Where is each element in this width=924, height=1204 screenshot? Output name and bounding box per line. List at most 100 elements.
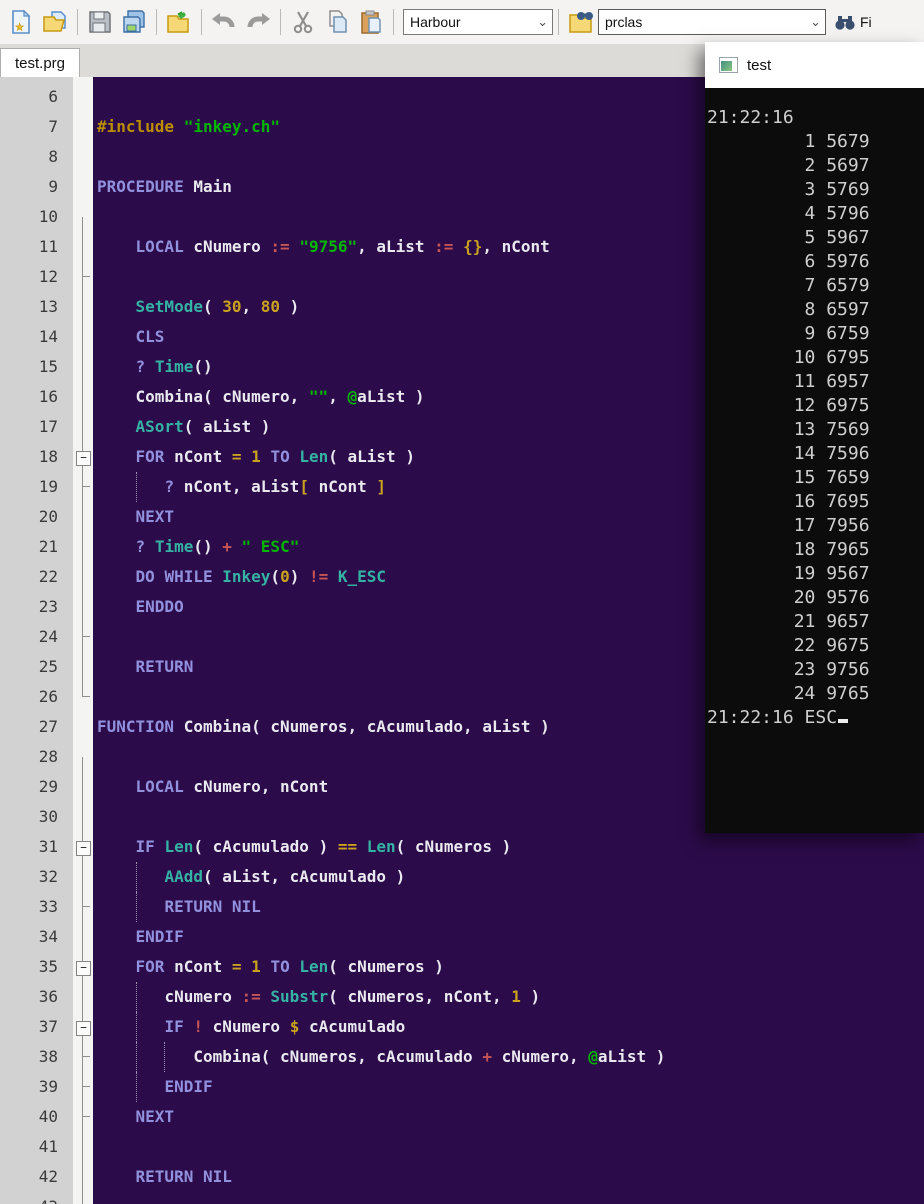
- fold-margin-cell: [73, 82, 93, 112]
- fold-margin-cell: [73, 1102, 93, 1132]
- new-file-button[interactable]: [5, 6, 37, 38]
- toolbar-separator: [77, 9, 78, 35]
- console-cursor: [838, 719, 849, 723]
- line-number: 28: [38, 747, 58, 766]
- compiler-select-value: Harbour: [410, 14, 461, 30]
- find-button[interactable]: Fi: [834, 13, 872, 31]
- line-number: 16: [38, 387, 58, 406]
- code-line-row: 31 IF Len( cAcumulado ) == Len( cNumeros…: [0, 832, 924, 862]
- fold-margin-cell: [73, 382, 93, 412]
- code-line-row: 37 IF ! cNumero $ cAcumulado: [0, 1012, 924, 1042]
- line-number: 9: [48, 177, 58, 196]
- search-combobox[interactable]: prclas ⌄: [598, 9, 826, 35]
- fold-toggle-icon[interactable]: [73, 832, 93, 862]
- code-line-text[interactable]: ENDIF: [93, 1072, 924, 1102]
- fold-margin-cell: [73, 772, 93, 802]
- code-line-row: 41: [0, 1132, 924, 1162]
- indent-guide: [164, 1042, 166, 1072]
- find-button-label: Fi: [860, 14, 872, 30]
- fold-margin-cell: [73, 892, 93, 922]
- toolbar-separator: [156, 9, 157, 35]
- save-icon: [89, 11, 111, 33]
- toolbar-separator: [201, 9, 202, 35]
- cut-icon: [293, 11, 313, 34]
- line-number: 42: [38, 1167, 58, 1186]
- code-line-row: 42 RETURN NIL: [0, 1162, 924, 1192]
- indent-guide: [135, 982, 137, 1012]
- line-number: 29: [38, 777, 58, 796]
- code-line-text[interactable]: IF ! cNumero $ cAcumulado: [93, 1012, 924, 1042]
- code-line-text[interactable]: cNumero := Substr( cNumeros, nCont, 1 ): [93, 982, 924, 1012]
- cut-button[interactable]: [287, 6, 319, 38]
- code-line-text[interactable]: IF Len( cAcumulado ) == Len( cNumeros ): [93, 832, 924, 862]
- chevron-down-icon: ⌄: [810, 14, 821, 29]
- paste-button[interactable]: [355, 6, 387, 38]
- find-binoculars-icon: [835, 16, 855, 30]
- line-number: 38: [38, 1047, 58, 1066]
- indent-guide: [135, 892, 137, 922]
- code-line-row: 34 ENDIF: [0, 922, 924, 952]
- copy-button[interactable]: [321, 6, 353, 38]
- compiler-select[interactable]: Harbour ⌄: [403, 9, 553, 35]
- code-line-row: 43: [0, 1192, 924, 1204]
- code-line-text[interactable]: RETURN NIL: [93, 1162, 924, 1192]
- code-line-text[interactable]: FOR nCont = 1 TO Len( cNumeros ): [93, 952, 924, 982]
- open-file-button[interactable]: [39, 6, 71, 38]
- find-in-files-button[interactable]: [565, 6, 597, 38]
- indent-guide: [135, 1042, 137, 1072]
- code-line-row: 39 ENDIF: [0, 1072, 924, 1102]
- console-title-bar[interactable]: test: [705, 42, 924, 88]
- code-line-row: 35 FOR nCont = 1 TO Len( cNumeros ): [0, 952, 924, 982]
- open-file-icon: [43, 11, 66, 32]
- indent-guide: [135, 472, 137, 502]
- code-line-row: 36 cNumero := Substr( cNumeros, nCont, 1…: [0, 982, 924, 1012]
- fold-margin-cell: [73, 142, 93, 172]
- line-number: 14: [38, 327, 58, 346]
- line-number: 23: [38, 597, 58, 616]
- fold-margin-cell: [73, 1192, 93, 1204]
- line-number: 33: [38, 897, 58, 916]
- save-button[interactable]: [84, 6, 116, 38]
- toolbar-separator: [558, 9, 559, 35]
- fold-margin-cell: [73, 802, 93, 832]
- line-number: 40: [38, 1107, 58, 1126]
- code-line-text[interactable]: [93, 1192, 924, 1204]
- fold-margin-cell: [73, 1132, 93, 1162]
- console-title: test: [747, 56, 772, 74]
- redo-icon: [247, 13, 270, 28]
- line-number: 27: [38, 717, 58, 736]
- fold-toggle-icon[interactable]: [73, 952, 93, 982]
- code-line-text[interactable]: [93, 1132, 924, 1162]
- toolbar-separator: [280, 9, 281, 35]
- redo-button[interactable]: [242, 6, 274, 38]
- code-line-text[interactable]: AAdd( aList, cAcumulado ): [93, 862, 924, 892]
- line-number: 15: [38, 357, 58, 376]
- fold-toggle-icon[interactable]: [73, 1012, 93, 1042]
- code-line-text[interactable]: RETURN NIL: [93, 892, 924, 922]
- indent-guide: [135, 1012, 137, 1042]
- line-number: 10: [38, 207, 58, 226]
- chevron-down-icon: ⌄: [537, 14, 548, 29]
- fold-margin-cell: [73, 652, 93, 682]
- fold-margin-cell: [73, 232, 93, 262]
- fold-margin-cell: [73, 742, 93, 772]
- line-number: 31: [38, 837, 58, 856]
- tab-test-prg[interactable]: test.prg: [0, 48, 81, 77]
- fold-margin-cell: [73, 502, 93, 532]
- code-line-text[interactable]: ENDIF: [93, 922, 924, 952]
- code-line-text[interactable]: NEXT: [93, 1102, 924, 1132]
- line-number: 12: [38, 267, 58, 286]
- line-number: 18: [38, 447, 58, 466]
- indent-guide: [135, 1072, 137, 1102]
- fold-toggle-icon[interactable]: [73, 442, 93, 472]
- save-all-button[interactable]: [118, 6, 150, 38]
- undo-button[interactable]: [208, 6, 240, 38]
- fold-margin-cell: [73, 622, 93, 652]
- copy-icon: [329, 10, 347, 33]
- fold-margin-cell: [73, 262, 93, 292]
- line-number: 11: [38, 237, 58, 256]
- code-line-text[interactable]: Combina( cNumeros, cAcumulado + cNumero,…: [93, 1042, 924, 1072]
- open-project-button[interactable]: [163, 6, 195, 38]
- line-number: 32: [38, 867, 58, 886]
- fold-margin-cell: [73, 172, 93, 202]
